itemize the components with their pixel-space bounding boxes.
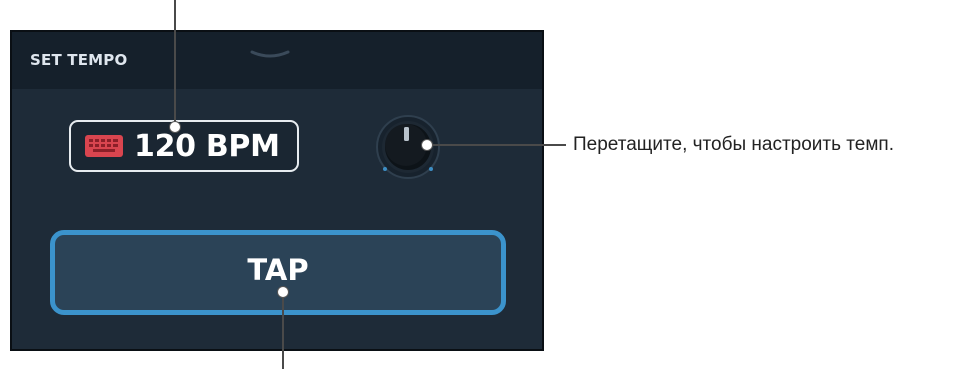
callout-dot-tap [277,286,289,298]
callout-dot-bpm [169,121,181,133]
panel-title: SET TEMPO [30,51,128,69]
panel-header: SET TEMPO [12,32,542,89]
tap-button[interactable]: TAP [50,230,506,315]
bpm-display[interactable]: 120 BPM [69,120,299,172]
tap-button-label: TAP [247,252,309,287]
callout-dot-knob [421,139,433,151]
callout-line-bpm [174,0,176,124]
callout-line-tap [282,292,284,369]
knob-callout-text: Перетащите, чтобы настроить темп. [573,134,894,155]
keyboard-icon [85,135,123,157]
set-tempo-panel: SET TEMPO 120 BPM TAP [10,30,544,351]
chevron-down-icon[interactable] [250,48,290,66]
bpm-value: 120 BPM [134,128,280,164]
callout-line-knob [430,144,566,146]
